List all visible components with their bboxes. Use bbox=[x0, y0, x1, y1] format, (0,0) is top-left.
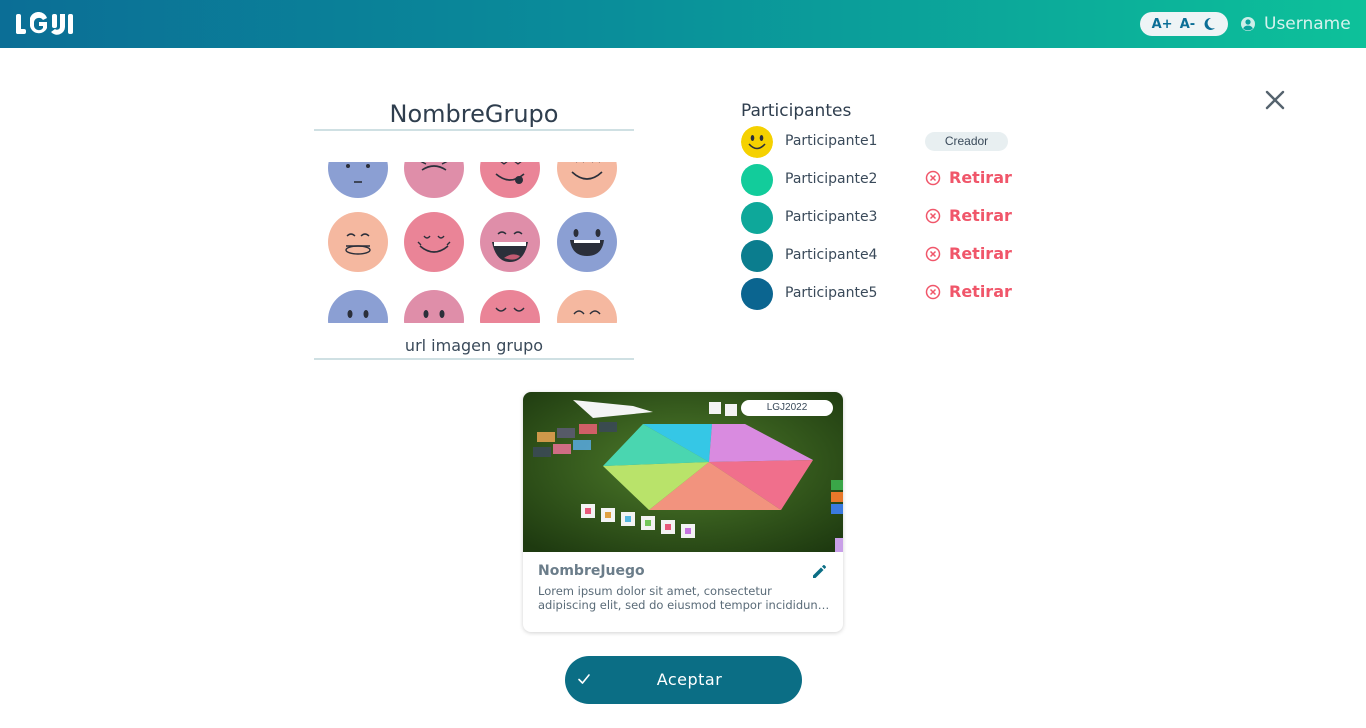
participant-avatar bbox=[741, 164, 773, 196]
participants-title: Participantes bbox=[741, 101, 852, 121]
participant-row: Participante5 Retirar bbox=[741, 278, 1021, 310]
game-card[interactable]: LGJ2022 NombreJuego Lorem ipsum dolor si… bbox=[523, 392, 843, 632]
remove-circle-icon bbox=[925, 284, 941, 299]
avatar-option[interactable] bbox=[404, 212, 464, 272]
game-title: NombreJuego bbox=[538, 563, 645, 579]
remove-label: Retirar bbox=[949, 206, 1012, 225]
user-avatar-icon bbox=[1241, 17, 1255, 31]
avatar-option[interactable] bbox=[480, 290, 540, 323]
remove-participant-button[interactable]: Retirar bbox=[925, 168, 1012, 187]
participant-name: Participante2 bbox=[785, 171, 878, 187]
participant-avatar bbox=[741, 240, 773, 272]
participant-row: Participante1 Creador bbox=[741, 126, 1021, 158]
top-bar: A+ A- Username bbox=[0, 0, 1366, 48]
group-name-input[interactable]: NombreGrupo bbox=[314, 100, 634, 131]
avatar-option[interactable] bbox=[328, 290, 388, 323]
game-tag: LGJ2022 bbox=[741, 400, 833, 416]
avatar-option[interactable] bbox=[328, 162, 388, 198]
participant-name: Participante4 bbox=[785, 247, 878, 263]
remove-label: Retirar bbox=[949, 282, 1012, 301]
remove-label: Retirar bbox=[949, 244, 1012, 263]
remove-circle-icon bbox=[925, 246, 941, 261]
avatar-option[interactable] bbox=[557, 212, 617, 272]
participant-avatar bbox=[741, 278, 773, 310]
remove-label: Retirar bbox=[949, 168, 1012, 187]
accept-label: Aceptar bbox=[656, 670, 723, 689]
avatar-option[interactable] bbox=[328, 212, 388, 272]
game-description: Lorem ipsum dolor sit amet, consectetur … bbox=[538, 584, 823, 612]
avatar-grid bbox=[328, 162, 617, 323]
close-icon[interactable] bbox=[1263, 88, 1287, 112]
participant-row: Participante3 Retirar bbox=[741, 202, 1021, 234]
username: Username bbox=[1264, 14, 1351, 34]
participant-avatar-smiley-icon bbox=[741, 126, 773, 158]
participant-avatar bbox=[741, 202, 773, 234]
participant-name: Participante5 bbox=[785, 285, 878, 301]
lgj-logo[interactable] bbox=[16, 12, 78, 36]
game-board-image bbox=[523, 392, 843, 552]
avatar-option[interactable] bbox=[480, 162, 540, 198]
font-decrease-button[interactable]: A- bbox=[1180, 17, 1195, 32]
avatar-option[interactable] bbox=[557, 162, 617, 198]
group-avatar-picker[interactable] bbox=[314, 162, 634, 323]
creator-badge: Creador bbox=[925, 132, 1008, 151]
dark-mode-moon-icon[interactable] bbox=[1202, 17, 1216, 31]
avatar-option[interactable] bbox=[557, 290, 617, 323]
user-menu[interactable]: Username bbox=[1240, 12, 1351, 36]
avatar-option[interactable] bbox=[404, 290, 464, 323]
participant-name: Participante1 bbox=[785, 133, 878, 149]
avatar-option[interactable] bbox=[480, 212, 540, 272]
avatar-option[interactable] bbox=[404, 162, 464, 198]
edit-pencil-icon[interactable] bbox=[811, 564, 827, 580]
group-image-url-input[interactable]: url imagen grupo bbox=[314, 336, 634, 360]
participant-name: Participante3 bbox=[785, 209, 878, 225]
participant-row: Participante2 Retirar bbox=[741, 164, 1021, 196]
remove-participant-button[interactable]: Retirar bbox=[925, 206, 1012, 225]
remove-participant-button[interactable]: Retirar bbox=[925, 244, 1012, 263]
remove-circle-icon bbox=[925, 208, 941, 223]
remove-circle-icon bbox=[925, 170, 941, 185]
participant-row: Participante4 Retirar bbox=[741, 240, 1021, 272]
accept-button[interactable]: Aceptar bbox=[565, 656, 802, 704]
remove-participant-button[interactable]: Retirar bbox=[925, 282, 1012, 301]
font-increase-button[interactable]: A+ bbox=[1152, 17, 1173, 32]
accessibility-controls: A+ A- bbox=[1140, 12, 1228, 36]
